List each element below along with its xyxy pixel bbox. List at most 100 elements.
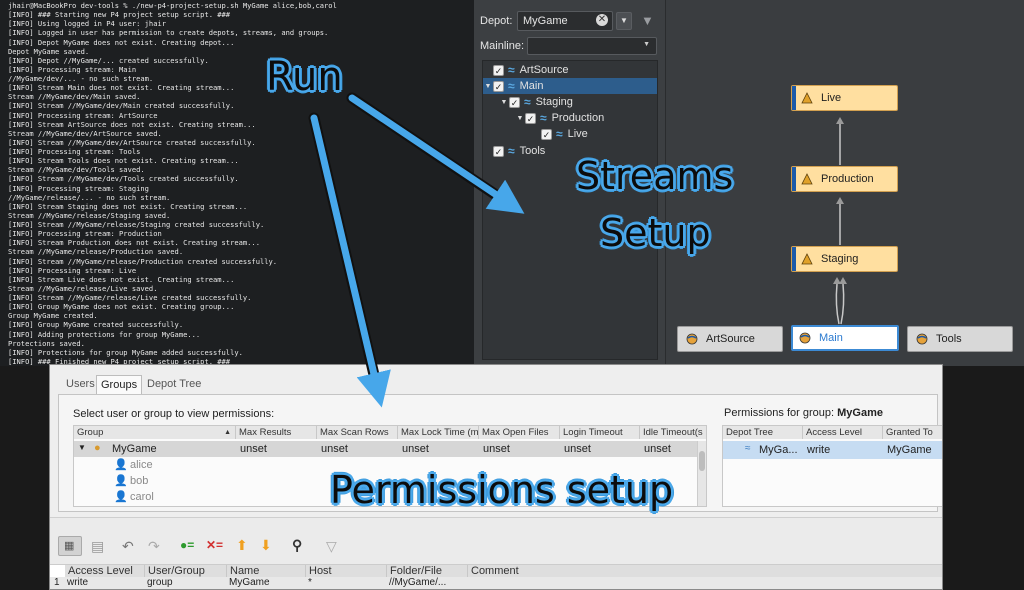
terminal-line: Stream //MyGame/release/Staging saved. — [8, 210, 171, 220]
expand-arrow-icon[interactable]: ▼ — [515, 115, 525, 122]
mainline-label: Mainline: — [480, 40, 525, 52]
rules-table[interactable]: Access Level User/Group Name Host Folder… — [50, 564, 942, 589]
checkbox[interactable]: ✓ — [493, 145, 504, 157]
terminal-line: [INFO] Stream Live does not exist. Creat… — [8, 274, 235, 284]
table-icon: ▦ — [64, 540, 75, 552]
column-header-max-lock-time[interactable]: Max Lock Time (m — [398, 426, 479, 439]
column-header-depot-tree[interactable]: Depot Tree — [723, 426, 803, 439]
checkbox[interactable]: ✓ — [509, 96, 520, 108]
text-view-icon[interactable]: ▤ — [91, 538, 104, 555]
undo-icon[interactable]: ↶ — [122, 538, 134, 555]
column-header-idle-timeout[interactable]: Idle Timeout(s — [640, 426, 706, 439]
member-name: alice — [130, 459, 153, 471]
stream-node-bar — [792, 167, 796, 191]
filter-icon[interactable]: ▼ — [641, 13, 654, 28]
chevron-down-icon[interactable]: ▼ — [616, 12, 632, 30]
stream-node-main[interactable]: Main — [791, 325, 899, 351]
cell-max-scan-rows: unset — [321, 443, 348, 455]
cell-host: * — [308, 577, 312, 588]
checkbox[interactable]: ✓ — [541, 128, 552, 140]
terminal-line: [INFO] Stream //MyGame/release/Staging c… — [8, 220, 265, 229]
column-header-name[interactable]: Name — [227, 565, 306, 577]
checkbox[interactable]: ✓ — [493, 64, 504, 76]
group-permissions-table[interactable]: Depot Tree Access Level Granted To ≈ MyG… — [722, 425, 942, 507]
column-header-max-results[interactable]: Max Results — [236, 426, 317, 439]
terminal-line: [INFO] Stream ArtSource does not exist. … — [8, 119, 256, 129]
checkbox[interactable]: ✓ — [493, 80, 504, 92]
add-row-icon[interactable]: ●= — [180, 538, 194, 552]
table-row[interactable]: ≈ MyGa... write MyGame — [723, 441, 942, 459]
mainline-combobox[interactable]: ▼ — [527, 37, 657, 55]
tab-users[interactable]: Users — [62, 375, 99, 393]
scrollbar-thumb[interactable] — [699, 451, 705, 471]
tree-item-artsource[interactable]: ✓ ≈ ArtSource — [483, 62, 657, 78]
stream-node-tools[interactable]: Tools — [907, 326, 1013, 352]
collapse-arrow-icon[interactable]: ▼ — [78, 443, 86, 452]
cell-depot: MyGa... — [759, 444, 798, 456]
column-header-comment[interactable]: Comment — [468, 565, 942, 577]
terminal-line: [INFO] Stream //MyGame/dev/Main created … — [8, 101, 235, 111]
filter-icon[interactable]: ▽ — [326, 538, 337, 555]
stream-node-production[interactable]: Production — [791, 166, 898, 192]
stream-icon: ≈ — [508, 79, 515, 93]
column-header-host[interactable]: Host — [306, 565, 387, 577]
user-icon: 👤 — [114, 475, 128, 487]
user-icon: 👤 — [114, 491, 128, 503]
terminal-window[interactable]: jhair@MacBookPro dev-tools % ./new-p4-pr… — [0, 0, 474, 366]
member-name: bob — [130, 475, 149, 487]
expand-arrow-icon[interactable]: ▼ — [499, 99, 509, 106]
table-row[interactable]: 1 write group MyGame * //MyGame/... — [50, 577, 942, 589]
terminal-line: Stream //MyGame/dev/Main saved. — [8, 92, 141, 102]
column-header-user-group[interactable]: User/Group — [145, 565, 227, 577]
callout-setup: Setup — [600, 211, 711, 255]
column-header-folder-file[interactable]: Folder/File — [387, 565, 468, 577]
tree-item-main[interactable]: ▼ ✓ ≈ Main — [483, 78, 657, 94]
stream-node-live[interactable]: Live — [791, 85, 898, 111]
terminal-line: [INFO] Depot //MyGame/... created succes… — [8, 55, 209, 65]
row-number: 1 — [54, 577, 60, 588]
terminal-line: [INFO] Stream //MyGame/dev/ArtSource cre… — [8, 137, 256, 147]
terminal-line: Depot MyGame saved. — [8, 46, 90, 56]
column-header-login-timeout[interactable]: Login Timeout — [560, 426, 640, 439]
stream-icon: ≈ — [745, 443, 751, 454]
tree-item-label: Main — [519, 80, 544, 92]
tab-groups[interactable]: Groups — [96, 375, 143, 394]
expand-arrow-icon[interactable]: ▼ — [483, 83, 493, 90]
cell-max-lock-time: unset — [402, 443, 429, 455]
column-header-access-level[interactable]: Access Level — [65, 565, 145, 577]
move-down-icon[interactable]: ⬇ — [260, 537, 272, 554]
search-icon[interactable]: ⚲ — [292, 537, 302, 554]
tab-depot-tree[interactable]: Depot Tree — [143, 375, 205, 393]
stream-icon: ≈ — [540, 111, 547, 125]
stream-icon: ≈ — [508, 144, 515, 158]
stream-node-label: Staging — [821, 253, 859, 265]
stream-node-artsource[interactable]: ArtSource — [677, 326, 783, 352]
table-view-button[interactable]: ▦ — [58, 536, 82, 556]
column-header-access-level[interactable]: Access Level — [803, 426, 883, 439]
stream-node-staging[interactable]: Staging — [791, 246, 898, 272]
user-icon: 👤 — [114, 459, 128, 471]
checkbox[interactable]: ✓ — [525, 112, 536, 124]
group-icon: ● — [94, 442, 101, 454]
column-header-granted-to[interactable]: Granted To — [883, 426, 942, 439]
cell-max-results: unset — [240, 443, 267, 455]
move-up-icon[interactable]: ⬆ — [236, 537, 248, 554]
column-header-group[interactable]: Group ▲ — [74, 426, 236, 439]
terminal-line: [INFO] Stream Staging does not exist. Cr… — [8, 201, 248, 211]
table-row-group[interactable]: ▼ ● MyGame unset unset unset unset unset… — [74, 441, 706, 457]
column-header-max-open-files[interactable]: Max Open Files — [479, 426, 560, 439]
cell-name: MyGame — [229, 577, 270, 588]
terminal-line: [INFO] Protections for group MyGame adde… — [8, 347, 243, 357]
tree-item-staging[interactable]: ▼ ✓ ≈ Staging — [499, 94, 657, 110]
stream-node-label: Production — [821, 173, 874, 185]
tree-item-live[interactable]: ✓ ≈ Live — [541, 126, 657, 142]
terminal-line: [INFO] Stream //MyGame/release/Live crea… — [8, 293, 252, 302]
clear-icon[interactable]: ✕ — [596, 14, 608, 26]
tree-item-production[interactable]: ▼ ✓ ≈ Production — [515, 110, 657, 126]
scrollbar[interactable] — [697, 441, 706, 506]
delete-row-icon[interactable]: ✕= — [206, 538, 223, 552]
column-header-max-scan-rows[interactable]: Max Scan Rows — [317, 426, 398, 439]
redo-icon[interactable]: ↷ — [148, 538, 160, 555]
terminal-line: [INFO] Adding protections for group MyGa… — [8, 329, 201, 339]
dev-stream-icon — [686, 333, 698, 345]
